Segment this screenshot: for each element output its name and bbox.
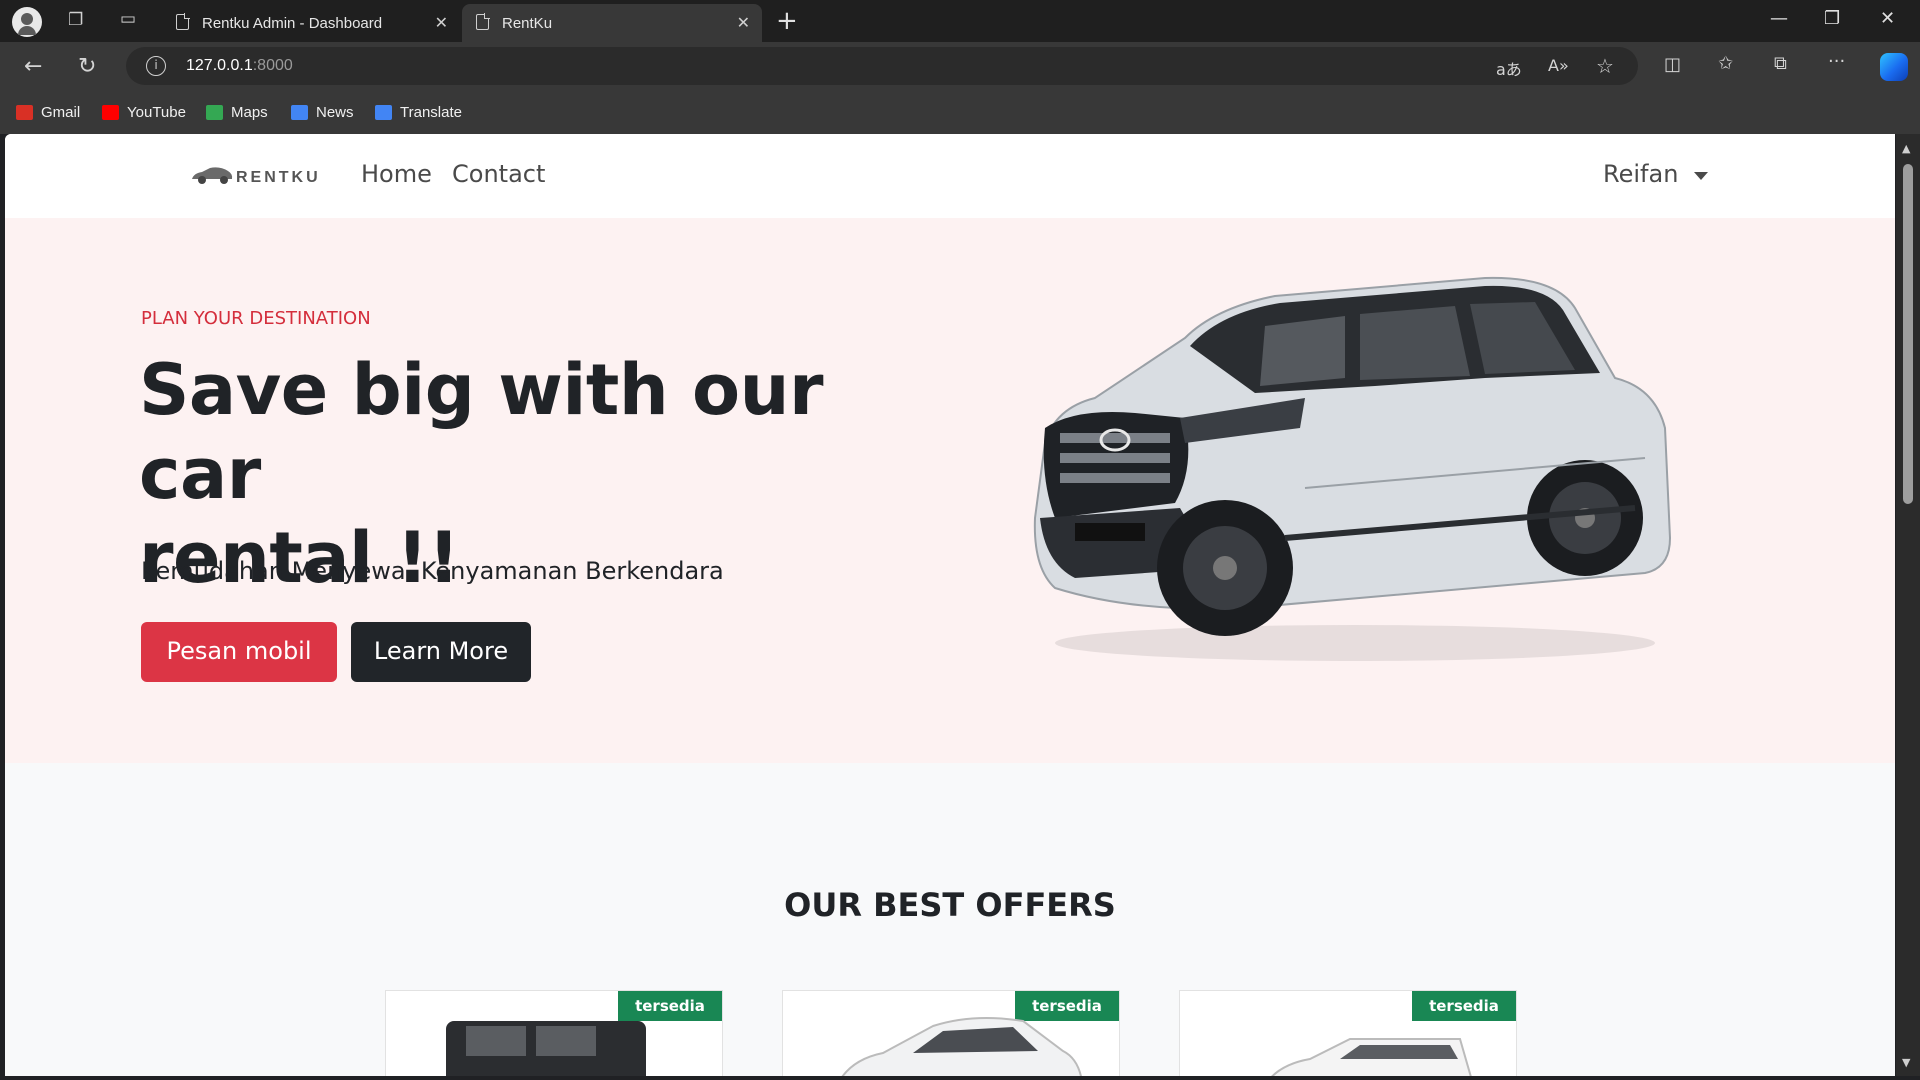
bookmark-label: Gmail (41, 104, 81, 121)
site-navbar: RENTKU Home Contact Reifan (5, 134, 1895, 218)
youtube-icon (102, 105, 119, 120)
brand-logo[interactable]: RENTKU (190, 164, 330, 188)
more-menu-icon[interactable]: ··· (1828, 51, 1845, 72)
scroll-down-icon[interactable]: ▼ (1902, 1056, 1910, 1069)
refresh-icon[interactable]: ↻ (78, 54, 96, 79)
user-menu-toggle[interactable]: Reifan (1603, 160, 1678, 188)
workspaces-icon[interactable]: ❐ (68, 12, 83, 29)
bookmark-label: News (316, 104, 354, 121)
jeep-car-image (446, 1021, 646, 1076)
hero-headline-line1: Save big with our car (139, 349, 823, 515)
browser-toolbar: ← ↻ i 127.0.0.1:8000 aあ A» ☆ ◫ ✩ ⧉ ··· (0, 42, 1920, 92)
bookmark-label: YouTube (127, 104, 186, 121)
favorite-star-icon[interactable]: ☆ (1596, 54, 1614, 78)
page-viewport: RENTKU Home Contact Reifan PLAN YOUR DES… (5, 134, 1895, 1076)
nav-home-link[interactable]: Home (361, 160, 432, 188)
scroll-up-icon[interactable]: ▲ (1902, 142, 1910, 155)
news-icon (291, 105, 308, 120)
chevron-down-icon[interactable] (1694, 172, 1708, 180)
translate-icon[interactable]: aあ (1496, 56, 1522, 80)
restore-icon[interactable]: ❐ (1824, 8, 1840, 29)
learn-more-button[interactable]: Learn More (351, 622, 531, 682)
brand-text: RENTKU (236, 169, 321, 186)
white-mpv-image (1271, 1038, 1472, 1076)
new-tab-button[interactable]: + (776, 6, 798, 36)
page-icon (476, 13, 490, 30)
maps-icon (206, 105, 223, 120)
offer-card-3[interactable]: tersedia (1179, 990, 1517, 1076)
offers-title: OUR BEST OFFERS (784, 886, 1116, 924)
site-info-icon[interactable]: i (146, 56, 166, 76)
white-suv-image (841, 1016, 1082, 1076)
url-host: 127.0.0.1 (186, 57, 253, 74)
tab-title: Rentku Admin - Dashboard (202, 15, 383, 32)
copilot-icon[interactable] (1880, 53, 1908, 81)
hero-eyebrow: PLAN YOUR DESTINATION (141, 308, 371, 329)
bookmark-label: Translate (400, 104, 462, 121)
offer-card-2[interactable]: tersedia (782, 990, 1120, 1076)
scrollbar-thumb[interactable] (1903, 164, 1913, 504)
collections-icon[interactable]: ⧉ (1774, 53, 1787, 74)
gmail-icon (16, 105, 33, 120)
page-icon (176, 13, 190, 30)
pesan-mobil-button[interactable]: Pesan mobil (141, 622, 337, 682)
favorites-icon[interactable]: ✩ (1718, 53, 1733, 74)
close-tab-icon[interactable]: ✕ (737, 13, 750, 32)
hero-subline: Kemudahan Menyewa, Kenyamanan Berkendara (141, 557, 724, 585)
tab-admin-dashboard[interactable]: Rentku Admin - Dashboard ✕ (162, 4, 460, 42)
brand-car-icon (192, 167, 233, 184)
url-port: :8000 (252, 57, 293, 74)
close-tab-icon[interactable]: ✕ (435, 13, 448, 32)
hero-section: PLAN YOUR DESTINATION Save big with our … (5, 218, 1895, 763)
hero-suv-image (1033, 276, 1672, 661)
nav-contact-link[interactable]: Contact (452, 160, 545, 188)
address-bar[interactable]: i 127.0.0.1:8000 aあ A» ☆ (126, 47, 1638, 85)
minimize-icon[interactable]: — (1770, 8, 1788, 29)
translate-icon (375, 105, 392, 120)
vertical-tabs-icon[interactable]: ▭ (120, 11, 136, 28)
close-window-icon[interactable]: ✕ (1880, 8, 1895, 29)
split-screen-icon[interactable]: ◫ (1664, 54, 1681, 75)
read-aloud-icon[interactable]: A» (1548, 56, 1569, 75)
bookmark-label: Maps (231, 104, 268, 121)
offer-card-1[interactable]: tersedia (385, 990, 723, 1076)
profile-avatar-icon[interactable] (12, 7, 42, 37)
tab-rentku[interactable]: RentKu ✕ (462, 4, 762, 42)
tab-strip: ❐ ▭ Rentku Admin - Dashboard ✕ RentKu ✕ … (0, 0, 1920, 42)
address-url[interactable]: 127.0.0.1:8000 (186, 57, 293, 75)
bookmarks-bar: Gmail YouTube Maps News Translate (0, 92, 1920, 134)
back-icon[interactable]: ← (24, 54, 42, 79)
tab-title: RentKu (502, 15, 553, 32)
page-scrollbar[interactable]: ▲ ▼ (1896, 134, 1920, 1076)
